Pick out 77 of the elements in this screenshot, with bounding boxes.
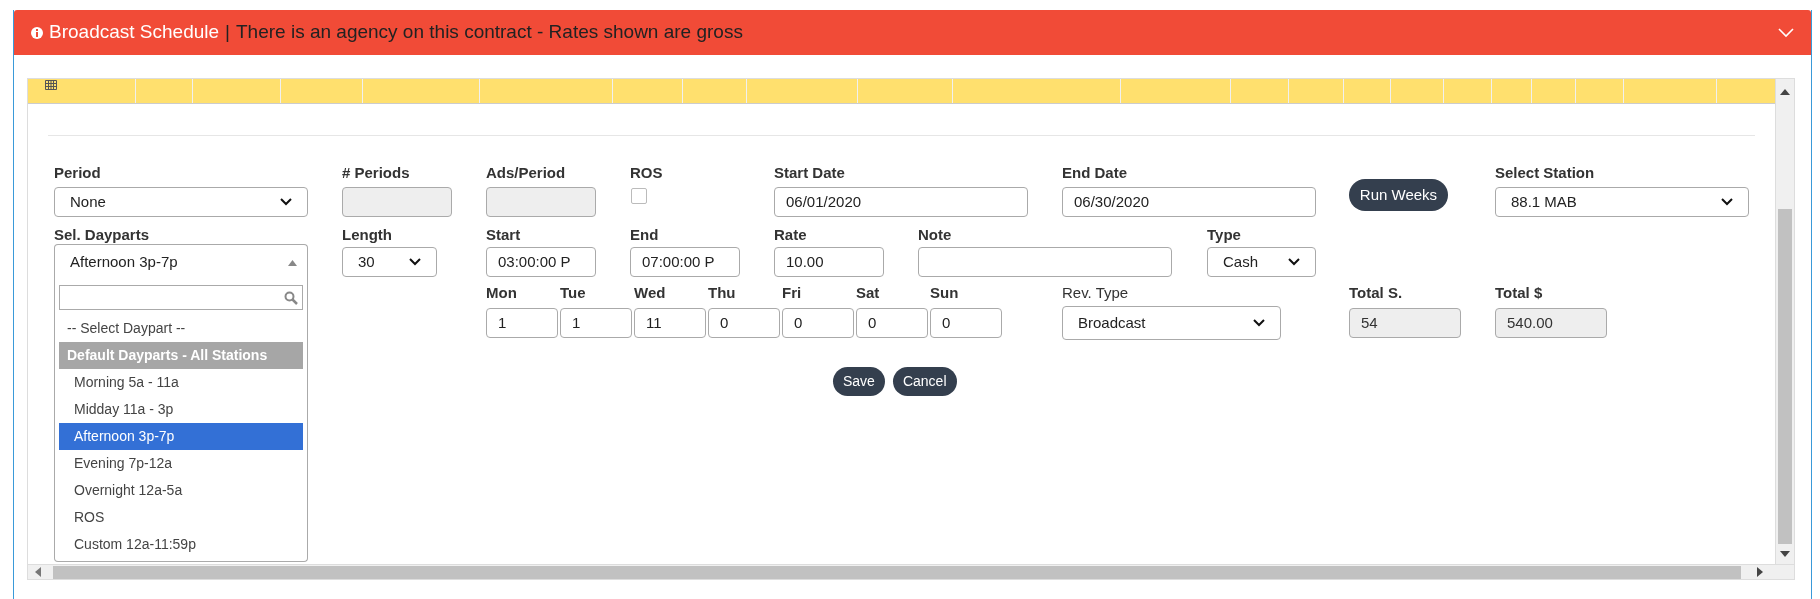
field-label: Mon (486, 282, 518, 303)
input-field[interactable]: 0 (856, 308, 928, 338)
info-icon (31, 26, 43, 39)
input-field[interactable]: 0 (782, 308, 854, 338)
input-field[interactable]: 03:00:00 P (486, 247, 596, 277)
field-label: Start Date (774, 162, 846, 183)
scroll-right-icon[interactable] (1757, 567, 1763, 577)
field-label: # Periods (342, 162, 411, 183)
field-label: Total S. (1349, 282, 1404, 303)
calendar-grid-icon[interactable] (45, 80, 57, 90)
field-label: Fri (782, 282, 803, 303)
readonly-field: 540.00 (1495, 308, 1607, 338)
scrollbar-thumb[interactable] (1778, 209, 1792, 544)
chevron-down-icon (1253, 319, 1265, 327)
search-field[interactable] (59, 285, 303, 310)
dropdown[interactable]: Cash (1207, 247, 1316, 277)
chevron-down-icon (280, 198, 292, 206)
field-label: Wed (634, 282, 667, 303)
field-label: Sat (856, 282, 881, 303)
scroll-left-icon[interactable] (35, 567, 41, 577)
field-label: Rev. Type (1062, 282, 1130, 303)
dropdown-option[interactable]: Evening 7p-12a (59, 450, 303, 477)
field-label: Rate (774, 224, 808, 245)
dropdown-option[interactable]: -- Select Daypart -- (59, 315, 303, 342)
field-label: Total $ (1495, 282, 1544, 303)
dropdown-option[interactable]: Midday 11a - 3p (59, 396, 303, 423)
run-weeks-button[interactable]: Run Weeks (1349, 179, 1448, 211)
input-field[interactable]: 1 (486, 308, 558, 338)
option-group-header: Default Dayparts - All Stations (59, 342, 303, 369)
dropdown-option[interactable]: Morning 5a - 11a (59, 369, 303, 396)
input-field[interactable]: 06/01/2020 (774, 187, 1028, 217)
field-label: Length (342, 224, 393, 245)
chevron-down-icon[interactable] (1778, 27, 1794, 38)
field-label: Type (1207, 224, 1242, 245)
input-field[interactable]: 11 (634, 308, 706, 338)
field-label: Ads/Period (486, 162, 567, 183)
scroll-up-icon[interactable] (1780, 89, 1790, 95)
panel-title: Broadcast Schedule (49, 20, 220, 45)
dropdown-option[interactable]: Overnight 12a-5a (59, 477, 303, 504)
input-field[interactable]: 0 (708, 308, 780, 338)
field-label: ROS (630, 162, 664, 183)
input-field[interactable]: 07:00:00 P (630, 247, 740, 277)
field-label: Period (54, 162, 102, 183)
input-field[interactable]: 0 (930, 308, 1002, 338)
dropdown[interactable]: Broadcast (1062, 306, 1281, 340)
field-label: End Date (1062, 162, 1128, 183)
readonly-field: 54 (1349, 308, 1461, 338)
search-icon (284, 290, 298, 305)
input-field[interactable]: 1 (560, 308, 632, 338)
agency-message: There is an agency on this contract - Rates shown are gross (236, 20, 743, 45)
field-label: Thu (708, 282, 737, 303)
caret-up-icon (288, 259, 297, 266)
input-field[interactable]: 10.00 (774, 247, 884, 277)
vertical-scrollbar[interactable] (1775, 79, 1794, 565)
dropdown-option[interactable]: Custom 12a-11:59p (59, 531, 303, 558)
chevron-down-icon (409, 258, 421, 266)
dropdown-option[interactable]: ROS (59, 504, 303, 531)
dropdown[interactable]: None (54, 187, 308, 217)
dropdown-option[interactable]: Afternoon 3p-7p (59, 423, 303, 450)
dropdown[interactable]: 30 (342, 247, 437, 277)
field-label: Sun (930, 282, 960, 303)
field-label: End (630, 224, 660, 245)
field-label: Sel. Dayparts (54, 224, 151, 245)
field-label: Select Station (1495, 162, 1596, 183)
cancel-button[interactable]: Cancel (892, 367, 957, 396)
input-field[interactable]: 06/30/2020 (1062, 187, 1316, 217)
chevron-down-icon (1721, 198, 1733, 206)
separator: | (225, 20, 230, 45)
field-label: Note (918, 224, 953, 245)
scroll-down-icon[interactable] (1780, 551, 1790, 557)
save-button[interactable]: Save (833, 367, 885, 396)
input-field[interactable] (918, 247, 1172, 277)
checkbox[interactable] (631, 188, 647, 204)
chevron-down-icon (1288, 258, 1300, 266)
field-label: Start (486, 224, 522, 245)
dropdown[interactable]: 88.1 MAB (1495, 187, 1749, 217)
field-label: Tue (560, 282, 587, 303)
